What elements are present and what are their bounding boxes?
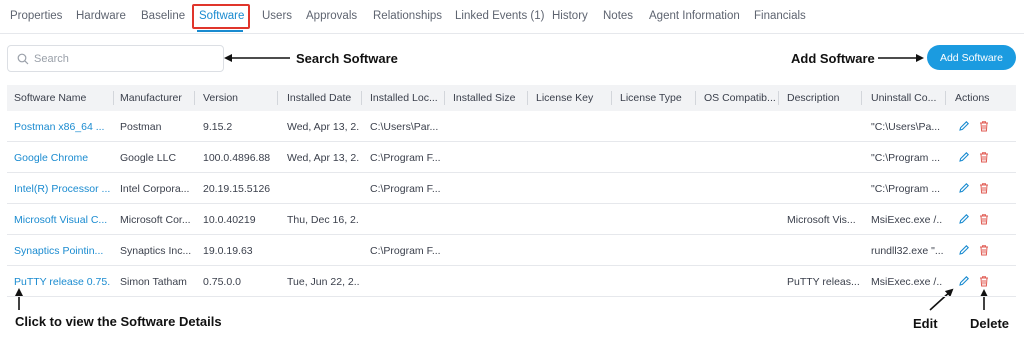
trash-icon[interactable] bbox=[978, 151, 990, 163]
tab-linked-events[interactable]: Linked Events (1) bbox=[455, 10, 545, 22]
tab-financials[interactable]: Financials bbox=[754, 10, 806, 22]
uninstall-command-cell: MsiExec.exe /... bbox=[871, 214, 943, 226]
manufacturer-cell: Intel Corpora... bbox=[120, 183, 190, 195]
tab-bar: Properties Hardware Baseline Software Us… bbox=[0, 0, 1024, 34]
software-name-link[interactable]: Synaptics Pointin... bbox=[14, 245, 111, 257]
annotation-edit: Edit bbox=[913, 316, 938, 331]
annotation-add-software: Add Software bbox=[791, 51, 875, 66]
software-name-link[interactable]: Google Chrome bbox=[14, 152, 111, 164]
column-header[interactable]: Installed Date bbox=[287, 92, 351, 104]
column-header[interactable]: Software Name bbox=[14, 92, 86, 104]
manufacturer-cell: Postman bbox=[120, 121, 162, 133]
manufacturer-cell: Simon Tatham bbox=[120, 276, 187, 288]
search-input[interactable] bbox=[34, 50, 220, 68]
uninstall-command-cell: "C:\Program ... bbox=[871, 183, 941, 195]
table-row: Microsoft Visual C... Microsoft Cor... 1… bbox=[7, 204, 1016, 235]
pencil-icon[interactable] bbox=[958, 182, 970, 194]
version-cell: 100.0.4896.88 bbox=[203, 152, 271, 164]
software-name-link[interactable]: PuTTY release 0.75... bbox=[14, 276, 111, 288]
tab-approvals[interactable]: Approvals bbox=[306, 10, 357, 22]
tab-relationships[interactable]: Relationships bbox=[373, 10, 442, 22]
active-tab-highlight-box bbox=[192, 4, 250, 29]
table-row: Intel(R) Processor ... Intel Corpora... … bbox=[7, 173, 1016, 204]
installed-date-cell: Wed, Apr 13, 2... bbox=[287, 152, 359, 164]
version-cell: 9.15.2 bbox=[203, 121, 233, 133]
tab-agent-information[interactable]: Agent Information bbox=[649, 10, 740, 22]
pencil-icon[interactable] bbox=[958, 213, 970, 225]
table-row: Postman x86_64 ... Postman 9.15.2 Wed, A… bbox=[7, 111, 1016, 142]
pencil-icon[interactable] bbox=[958, 120, 970, 132]
description-cell: PuTTY releas... bbox=[787, 276, 859, 288]
column-header[interactable]: License Key bbox=[536, 92, 593, 104]
uninstall-command-cell: "C:\Program ... bbox=[871, 152, 941, 164]
column-header[interactable]: Manufacturer bbox=[120, 92, 182, 104]
uninstall-command-cell: MsiExec.exe /... bbox=[871, 276, 943, 288]
installed-location-cell: C:\Users\Par... bbox=[370, 121, 439, 133]
annotation-search-software: Search Software bbox=[296, 51, 398, 66]
table-row: PuTTY release 0.75... Simon Tatham 0.75.… bbox=[7, 266, 1016, 297]
column-header: Actions bbox=[955, 92, 990, 104]
installed-date-cell: Thu, Dec 16, 2... bbox=[287, 214, 359, 226]
trash-icon[interactable] bbox=[978, 213, 990, 225]
active-tab-indicator bbox=[197, 30, 243, 32]
version-cell: 19.0.19.63 bbox=[203, 245, 253, 257]
installed-date-cell: Tue, Jun 22, 2... bbox=[287, 276, 359, 288]
table-header: Software Name Manufacturer Version Insta… bbox=[7, 85, 1016, 111]
tab-baseline[interactable]: Baseline bbox=[141, 10, 185, 22]
trash-icon[interactable] bbox=[978, 275, 990, 287]
trash-icon[interactable] bbox=[978, 244, 990, 256]
software-name-link[interactable]: Intel(R) Processor ... bbox=[14, 183, 111, 195]
uninstall-command-cell: rundll32.exe "... bbox=[871, 245, 943, 257]
pencil-icon[interactable] bbox=[958, 275, 970, 287]
search-box[interactable] bbox=[7, 45, 224, 72]
manufacturer-cell: Synaptics Inc... bbox=[120, 245, 192, 257]
tab-hardware[interactable]: Hardware bbox=[76, 10, 126, 22]
manufacturer-cell: Google LLC bbox=[120, 152, 177, 164]
add-software-button[interactable]: Add Software bbox=[927, 45, 1016, 70]
table-row: Synaptics Pointin... Synaptics Inc... 19… bbox=[7, 235, 1016, 266]
pencil-icon[interactable] bbox=[958, 244, 970, 256]
tab-users[interactable]: Users bbox=[262, 10, 292, 22]
column-header[interactable]: Description bbox=[787, 92, 840, 104]
version-cell: 20.19.15.5126 bbox=[203, 183, 271, 195]
software-name-link[interactable]: Microsoft Visual C... bbox=[14, 214, 111, 226]
tab-properties[interactable]: Properties bbox=[10, 10, 62, 22]
installed-location-cell: C:\Program F... bbox=[370, 183, 441, 195]
installed-location-cell: C:\Program F... bbox=[370, 152, 441, 164]
software-name-link[interactable]: Postman x86_64 ... bbox=[14, 121, 111, 133]
column-header[interactable]: Installed Size bbox=[453, 92, 515, 104]
pencil-icon[interactable] bbox=[958, 151, 970, 163]
description-cell: Microsoft Vis... bbox=[787, 214, 856, 226]
column-header[interactable]: OS Compatib... bbox=[704, 92, 776, 104]
tab-notes[interactable]: Notes bbox=[603, 10, 633, 22]
manufacturer-cell: Microsoft Cor... bbox=[120, 214, 191, 226]
trash-icon[interactable] bbox=[978, 182, 990, 194]
column-header[interactable]: License Type bbox=[620, 92, 682, 104]
trash-icon[interactable] bbox=[978, 120, 990, 132]
column-header[interactable]: Version bbox=[203, 92, 238, 104]
version-cell: 10.0.40219 bbox=[203, 214, 256, 226]
annotation-software-details: Click to view the Software Details bbox=[15, 314, 222, 329]
annotation-delete: Delete bbox=[970, 316, 1010, 331]
tab-history[interactable]: History bbox=[552, 10, 588, 22]
uninstall-command-cell: "C:\Users\Pa... bbox=[871, 121, 941, 133]
installed-date-cell: Wed, Apr 13, 2... bbox=[287, 121, 359, 133]
table-row: Google Chrome Google LLC 100.0.4896.88 W… bbox=[7, 142, 1016, 173]
version-cell: 0.75.0.0 bbox=[203, 276, 241, 288]
column-header[interactable]: Uninstall Co... bbox=[871, 92, 936, 104]
installed-location-cell: C:\Program F... bbox=[370, 245, 441, 257]
search-icon bbox=[17, 53, 29, 65]
column-header[interactable]: Installed Loc... bbox=[370, 92, 438, 104]
